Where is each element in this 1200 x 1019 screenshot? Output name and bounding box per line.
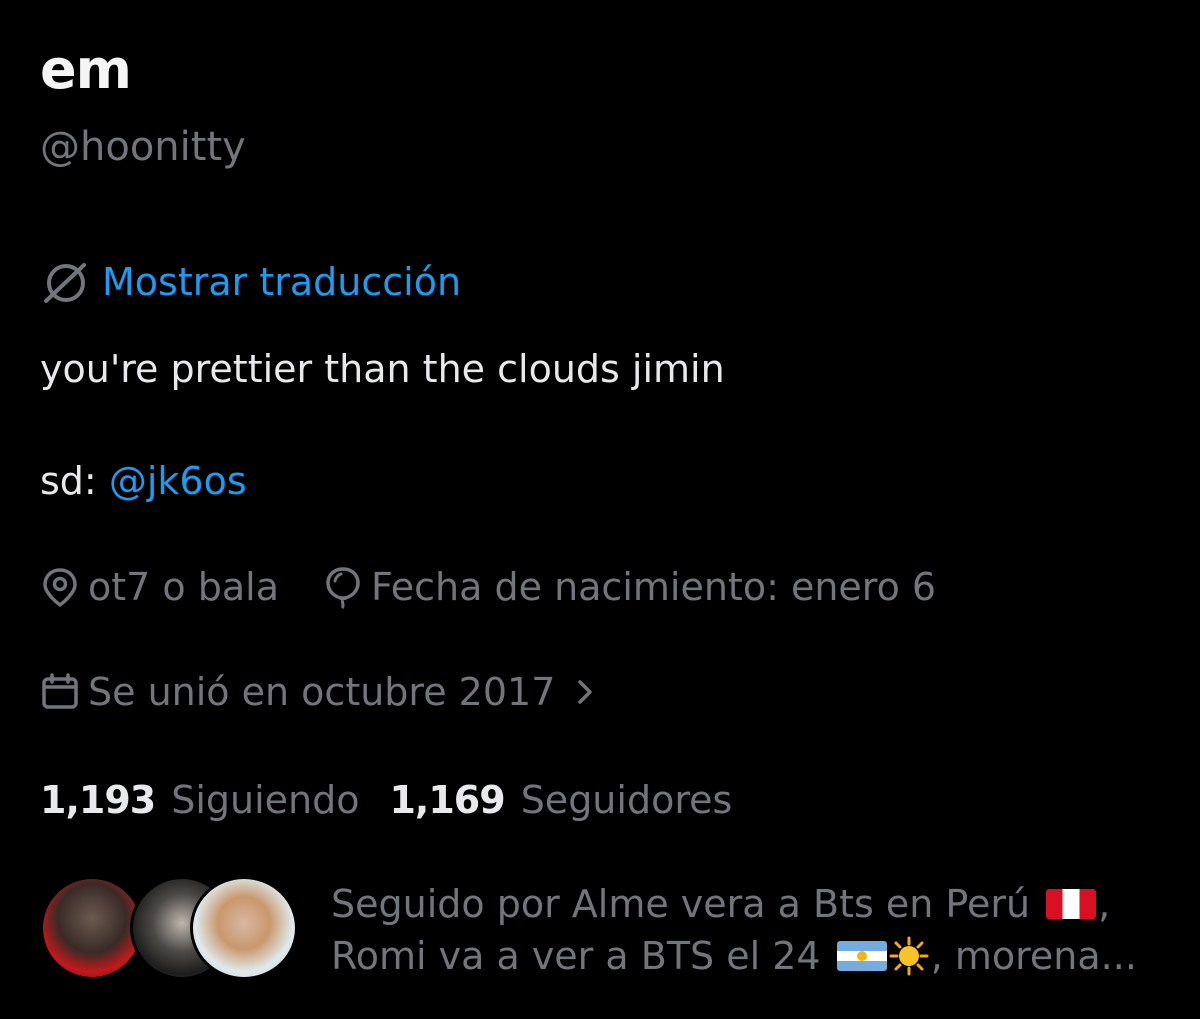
follow-stats: 1,193 Siguiendo 1,169 Seguidores — [40, 775, 762, 825]
joined-row: Se unió en octubre 2017 — [40, 667, 597, 717]
sd-prefix: sd: — [40, 459, 97, 503]
joined-date-button[interactable]: Se unió en octubre 2017 — [40, 667, 597, 717]
avatar — [190, 876, 298, 980]
argentina-flag-icon — [836, 940, 887, 971]
profile-name: em — [40, 38, 132, 101]
translate-icon — [40, 257, 90, 307]
followed-by-separator: , — [1098, 882, 1111, 926]
chevron-right-icon — [578, 680, 593, 704]
following-label: Siguiendo — [171, 778, 360, 822]
location-item: ot7 o bala — [40, 562, 279, 612]
following-link[interactable]: 1,193 Siguiendo — [40, 775, 359, 825]
sun-icon — [889, 936, 929, 975]
show-translation-button[interactable]: Mostrar traducción — [40, 256, 461, 308]
followers-you-know[interactable]: Seguido por Alme vera a Bts en Perú , Ro… — [40, 870, 1170, 980]
followed-by-suffix: , morena... — [930, 934, 1137, 978]
followers-label: Seguidores — [520, 778, 733, 822]
followed-by-prefix: Seguido por Alme vera a Bts en Perú — [331, 882, 1031, 926]
birthday-text: Fecha de nacimiento: enero 6 — [370, 565, 937, 609]
location-text: ot7 o bala — [88, 565, 279, 609]
show-translation-label: Mostrar traducción — [102, 260, 462, 304]
sd-mention-link[interactable]: @jk6os — [109, 459, 247, 503]
followers-count: 1,169 — [389, 778, 505, 822]
profile-meta-row: ot7 o bala Fecha de nacimiento: enero 6 — [40, 562, 980, 612]
location-icon — [43, 568, 77, 607]
peru-flag-icon — [1046, 888, 1097, 919]
bio-text: you're prettier than the clouds jimin — [40, 347, 725, 391]
followed-by-text: Seguido por Alme vera a Bts en Perú , Ro… — [331, 878, 1171, 982]
calendar-icon — [42, 673, 78, 709]
followed-by-second: Romi va a ver a BTS el 24 — [331, 934, 821, 978]
profile-handle: @hoonitty — [40, 124, 246, 170]
avatar — [40, 876, 144, 980]
joined-text: Se unió en octubre 2017 — [88, 670, 556, 714]
bio-sd-line: sd: @jk6os — [40, 456, 247, 506]
birthday-balloon-icon — [326, 567, 360, 609]
avatar-stack — [40, 876, 300, 984]
birthday-item: Fecha de nacimiento: enero 6 — [323, 562, 936, 612]
following-count: 1,193 — [40, 778, 156, 822]
followers-link[interactable]: 1,169 Seguidores — [389, 775, 732, 825]
